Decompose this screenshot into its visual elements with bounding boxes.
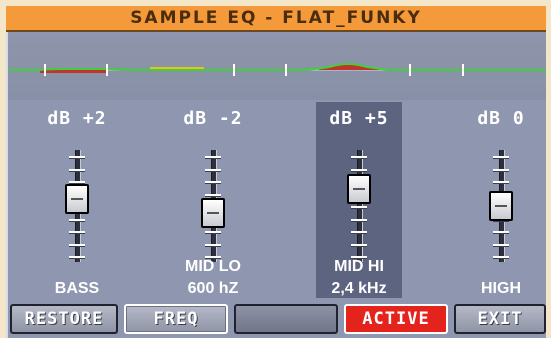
band-name-label: MID HI [334, 258, 384, 275]
slider-tick [69, 181, 85, 183]
slider-tick [493, 231, 509, 233]
mid-lo-slider[interactable] [201, 150, 225, 262]
slider-tick [205, 193, 221, 196]
window-title: SAMPLE EQ - FLAT_FUNKY [6, 6, 546, 32]
slider-tick [493, 156, 509, 158]
slider-tick [69, 256, 85, 258]
slider-tick [351, 243, 367, 246]
band-gain-label: dB 0 [477, 108, 525, 129]
band-name-label: MID LO [185, 258, 241, 275]
mid-hi-slider[interactable] [347, 150, 371, 262]
slider-knob[interactable] [65, 184, 89, 215]
slider-knob[interactable] [489, 191, 513, 221]
active-button[interactable]: ACTIVE [344, 304, 448, 334]
restore-button[interactable]: RESTORE [10, 304, 118, 334]
freq-button[interactable]: FREQ [124, 304, 228, 334]
band-freq-label: 600 hZ [187, 280, 239, 297]
slider-knob[interactable] [201, 197, 225, 228]
slider-tick [351, 168, 367, 171]
slider-tick [69, 231, 85, 233]
high-slider[interactable] [489, 150, 513, 262]
slider-tick [205, 156, 221, 158]
band-gain-label: dB +5 [329, 108, 389, 129]
band-high: dB 0 HIGH [448, 102, 551, 298]
slider-tick [351, 156, 367, 158]
band-name-label: HIGH [481, 280, 521, 297]
slider-tick [351, 206, 367, 208]
slider-tick [493, 256, 509, 258]
band-gain-label: dB +2 [47, 108, 107, 129]
blank-button[interactable] [234, 304, 338, 334]
slider-tick [69, 168, 85, 171]
curve-region-bass [40, 70, 108, 73]
band-name-label: BASS [54, 280, 100, 297]
slider-tick [493, 168, 509, 171]
slider-knob[interactable] [347, 173, 371, 204]
exit-button[interactable]: EXIT [454, 304, 546, 334]
slider-tick [205, 243, 221, 246]
eq-curve-graph [8, 63, 546, 76]
slider-tick [205, 231, 221, 233]
band-mid-lo: dB -2 MID LO 600 hZ [160, 102, 266, 298]
curve-line [8, 63, 546, 71]
bass-slider[interactable] [65, 150, 89, 262]
slider-tick [69, 243, 85, 246]
band-freq-label: 2,4 kHz [331, 280, 387, 297]
slider-tick [493, 181, 509, 183]
eq-curve-display [8, 36, 546, 100]
slider-tick [69, 156, 85, 158]
slider-tick [351, 218, 367, 221]
band-mid-hi: dB +5 MID HI 2,4 kHz [316, 102, 402, 298]
slider-tick [351, 231, 367, 233]
slider-tick [205, 168, 221, 171]
slider-tick [205, 181, 221, 183]
slider-tick [69, 218, 85, 221]
button-bar: RESTORE FREQ ACTIVE EXIT [8, 304, 546, 338]
band-bass: dB +2 BASS [24, 102, 130, 298]
slider-tick [493, 243, 509, 246]
band-gain-label: dB -2 [183, 108, 243, 129]
